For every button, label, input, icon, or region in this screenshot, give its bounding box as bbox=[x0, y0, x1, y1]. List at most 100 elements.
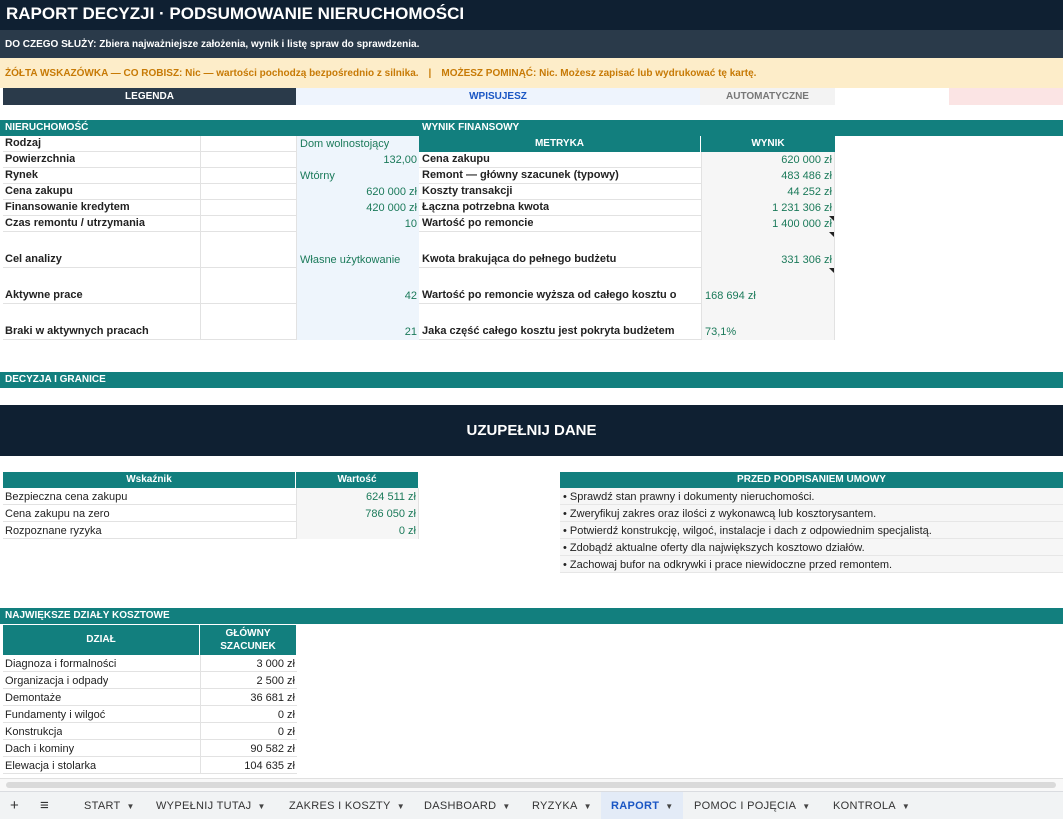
property-value-cell[interactable]: Własne użytkowanie bbox=[296, 232, 419, 268]
cost-row: Elewacja i stolarka 104 635 zł bbox=[3, 757, 297, 774]
sheet-tab-raport[interactable]: RAPORT ▼ bbox=[601, 792, 683, 819]
legend-input: WPISUJESZ bbox=[296, 88, 700, 105]
checklist-item: • Potwierdź konstrukcję, wilgoć, instala… bbox=[560, 522, 1063, 539]
financial-value: 168 694 zł bbox=[705, 290, 756, 302]
caret-down-icon[interactable]: ▼ bbox=[257, 802, 265, 811]
financial-row: Jaka część całego kosztu jest pokryta bu… bbox=[419, 304, 835, 340]
property-row: Rynek Wtórny bbox=[3, 168, 419, 184]
property-label: Braki w aktywnych pracach bbox=[5, 325, 149, 337]
sheet-tab-label: DASHBOARD bbox=[424, 800, 497, 812]
indicator-label: Bezpieczna cena zakupu bbox=[5, 491, 128, 503]
checklist-header: PRZED PODPISANIEM UMOWY bbox=[560, 472, 1063, 488]
cost-value: 104 635 zł bbox=[244, 760, 295, 772]
property-row: Cena zakupu 620 000 zł bbox=[3, 184, 419, 200]
property-row: Powierzchnia 132,00 bbox=[3, 152, 419, 168]
property-value-cell[interactable]: Dom wolnostojący bbox=[296, 136, 419, 152]
checklist-item-text: • Sprawdź stan prawny i dokumenty nieruc… bbox=[563, 491, 815, 503]
checklist-item: • Zachowaj bufor na odkrywki i prace nie… bbox=[560, 556, 1063, 573]
sheet-tab-pomoc-i-pojęcia[interactable]: POMOC I POJĘCIA ▼ bbox=[694, 792, 811, 819]
checklist-item-text: • Zachowaj bufor na odkrywki i prace nie… bbox=[563, 559, 893, 571]
financial-label: Koszty transakcji bbox=[422, 185, 513, 197]
financial-value-cell: 44 252 zł bbox=[701, 184, 835, 200]
grid-line bbox=[200, 689, 201, 706]
all-sheets-menu-icon[interactable]: ≡ bbox=[40, 792, 49, 819]
indicator-value-cell: 786 050 zł bbox=[296, 505, 419, 522]
checklist-item-text: • Zweryfikuj zakres oraz ilości z wykona… bbox=[563, 508, 877, 520]
property-value: Dom wolnostojący bbox=[300, 138, 390, 150]
checklist-item: • Sprawdź stan prawny i dokumenty nieruc… bbox=[560, 488, 1063, 505]
note-marker bbox=[829, 216, 834, 221]
indicator-label: Rozpoznane ryzyka bbox=[5, 525, 102, 537]
property-row: Rodzaj Dom wolnostojący bbox=[3, 136, 419, 152]
grid-line bbox=[200, 152, 201, 168]
add-sheet-icon[interactable]: + bbox=[10, 792, 19, 819]
property-label: Finansowanie kredytem bbox=[5, 201, 130, 213]
scrollbar-thumb[interactable] bbox=[6, 782, 1056, 788]
cost-label: Fundamenty i wilgoć bbox=[5, 709, 106, 721]
costs-col-estimate-line1: GŁÓWNY bbox=[225, 628, 271, 639]
financial-value: 44 252 zł bbox=[787, 186, 832, 198]
cost-value: 0 zł bbox=[277, 709, 295, 721]
sheet-tab-bar: + ≡ START ▼ WYPEŁNIJ TUTAJ ▼ ZAKRES I KOSZTY… bbox=[0, 791, 1063, 819]
caret-down-icon[interactable]: ▼ bbox=[802, 802, 810, 811]
property-value-cell[interactable]: 21 bbox=[296, 304, 419, 340]
financial-value-cell: 483 486 zł bbox=[701, 168, 835, 184]
financial-label: Kwota brakująca do pełnego budżetu bbox=[422, 253, 617, 265]
hint-separator: | bbox=[428, 68, 432, 79]
financial-value-cell: 1 231 306 zł bbox=[701, 200, 835, 216]
note-marker bbox=[829, 232, 834, 237]
decision-header: DECYZJA I GRANICE bbox=[0, 372, 1063, 388]
financial-value: 73,1% bbox=[705, 326, 737, 338]
grid-line bbox=[200, 304, 201, 340]
property-value-cell[interactable]: 420 000 zł bbox=[296, 200, 419, 216]
grid-line bbox=[200, 232, 201, 268]
grid-line bbox=[200, 216, 201, 232]
caret-down-icon[interactable]: ▼ bbox=[584, 802, 592, 811]
description-key: DO CZEGO SŁUŻY: bbox=[5, 39, 97, 50]
grid-line bbox=[200, 655, 201, 672]
legend-label: LEGENDA bbox=[3, 88, 296, 105]
grid-line bbox=[200, 757, 201, 774]
property-value-cell[interactable]: 620 000 zł bbox=[296, 184, 419, 200]
indicator-label: Cena zakupu na zero bbox=[5, 508, 110, 520]
caret-down-icon[interactable]: ▼ bbox=[397, 802, 405, 811]
sheet-tab-start[interactable]: START ▼ bbox=[84, 792, 135, 819]
sheet-tab-label: ZAKRES I KOSZTY bbox=[289, 800, 391, 812]
sheet-tab-kontrola[interactable]: KONTROLA ▼ bbox=[833, 792, 910, 819]
property-row: Finansowanie kredytem 420 000 zł bbox=[3, 200, 419, 216]
property-value: Wtórny bbox=[300, 170, 335, 182]
property-value-cell[interactable]: 42 bbox=[296, 268, 419, 304]
indicator-row: Cena zakupu na zero 786 050 zł bbox=[3, 505, 419, 522]
cost-value: 2 500 zł bbox=[256, 675, 295, 687]
cost-row: Demontaże 36 681 zł bbox=[3, 689, 297, 706]
sheet-tab-dashboard[interactable]: DASHBOARD ▼ bbox=[424, 792, 511, 819]
horizontal-scrollbar[interactable] bbox=[0, 778, 1063, 791]
legend-warning-swatch bbox=[949, 88, 1063, 105]
financial-col-result: WYNIK bbox=[701, 136, 835, 152]
checklist-item: • Zdobądź aktualne oferty dla największy… bbox=[560, 539, 1063, 556]
grid-line bbox=[200, 184, 201, 200]
cost-value: 90 582 zł bbox=[250, 743, 295, 755]
property-value-cell[interactable]: Wtórny bbox=[296, 168, 419, 184]
cost-label: Demontaże bbox=[5, 692, 62, 704]
sheet-tab-ryzyka[interactable]: RYZYKA ▼ bbox=[532, 792, 592, 819]
property-value-cell[interactable]: 132,00 bbox=[296, 152, 419, 168]
financial-value: 1 231 306 zł bbox=[772, 202, 832, 214]
caret-down-icon[interactable]: ▼ bbox=[127, 802, 135, 811]
property-label: Rynek bbox=[5, 169, 39, 181]
indicators-col-value: Wartość bbox=[296, 472, 418, 488]
description-text: Zbiera najważniejsze założenia, wynik i … bbox=[96, 39, 420, 50]
property-value-cell[interactable]: 10 bbox=[296, 216, 419, 232]
costs-col-dept: DZIAŁ bbox=[3, 625, 200, 655]
property-label: Aktywne prace bbox=[5, 289, 83, 301]
caret-down-icon[interactable]: ▼ bbox=[665, 802, 673, 811]
sheet-tab-zakres-i-koszty[interactable]: ZAKRES I KOSZTY ▼ bbox=[289, 792, 405, 819]
caret-down-icon[interactable]: ▼ bbox=[502, 802, 510, 811]
indicators-col-name: Wskaźnik bbox=[3, 472, 296, 488]
financial-label: Jaka część całego kosztu jest pokryta bu… bbox=[422, 325, 675, 337]
sheet-tab-wypełnij-tutaj[interactable]: WYPEŁNIJ TUTAJ ▼ bbox=[156, 792, 266, 819]
caret-down-icon[interactable]: ▼ bbox=[902, 802, 910, 811]
cost-value: 36 681 zł bbox=[250, 692, 295, 704]
cost-row: Organizacja i odpady 2 500 zł bbox=[3, 672, 297, 689]
property-value: 620 000 zł bbox=[366, 186, 417, 198]
